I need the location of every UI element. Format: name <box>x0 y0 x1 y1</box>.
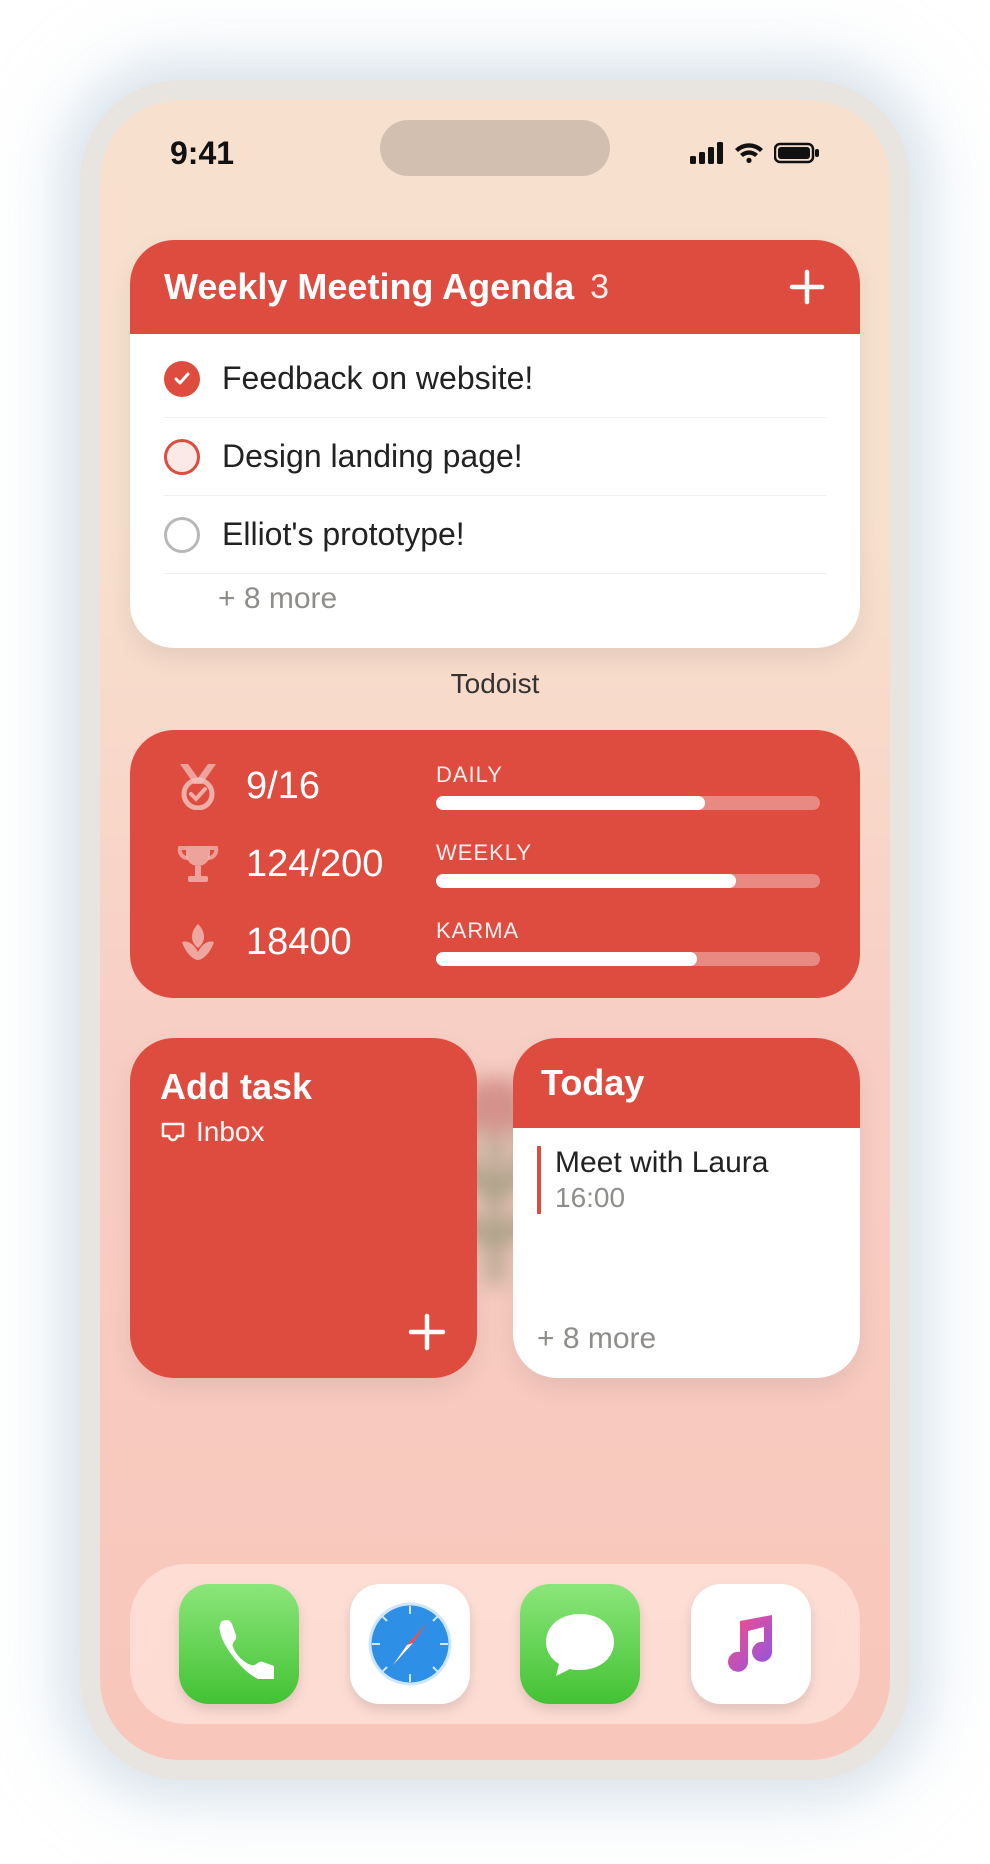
widget-stats[interactable]: 9/16 DAILY 124/200 WEEKLY <box>130 730 860 998</box>
task-checkbox-done[interactable] <box>164 361 200 397</box>
add-task-title: Add task <box>160 1066 447 1108</box>
agenda-count: 3 <box>590 268 609 307</box>
agenda-more[interactable]: + 8 more <box>164 574 826 630</box>
stat-weekly-value: 124/200 <box>246 843 416 886</box>
app-messages[interactable] <box>520 1584 640 1704</box>
add-task-button[interactable] <box>788 268 826 306</box>
agenda-title: Weekly Meeting Agenda <box>164 266 574 308</box>
dock <box>130 1564 860 1724</box>
medal-icon <box>170 762 226 810</box>
today-item[interactable]: Meet with Laura 16:00 <box>537 1146 838 1214</box>
today-item-label: Meet with Laura <box>555 1146 838 1180</box>
karma-icon <box>170 918 226 966</box>
trophy-icon <box>170 840 226 888</box>
task-row[interactable]: Design landing page! <box>164 418 826 496</box>
checkmark-icon <box>172 369 192 389</box>
inbox-icon <box>160 1119 186 1145</box>
task-checkbox-empty[interactable] <box>164 517 200 553</box>
stat-daily-label: DAILY <box>436 762 820 788</box>
widget-caption: Todoist <box>130 668 860 700</box>
task-label: Feedback on website! <box>222 360 533 397</box>
app-phone[interactable] <box>179 1584 299 1704</box>
task-row[interactable]: Elliot's prototype! <box>164 496 826 574</box>
stat-daily-bar: DAILY <box>436 762 820 810</box>
agenda-header: Weekly Meeting Agenda 3 <box>130 240 860 334</box>
task-checkbox-open[interactable] <box>164 439 200 475</box>
stat-karma-value: 18400 <box>246 921 416 964</box>
widget-today[interactable]: Today Meet with Laura 16:00 + 8 more <box>513 1038 860 1378</box>
stat-karma-bar: KARMA <box>436 918 820 966</box>
task-label: Design landing page! <box>222 438 523 475</box>
safari-icon <box>365 1599 455 1689</box>
plus-icon <box>788 268 826 306</box>
wifi-icon <box>734 142 764 164</box>
app-music[interactable] <box>691 1584 811 1704</box>
stat-karma-label: KARMA <box>436 918 820 944</box>
home-screen: 9:41 <box>100 100 890 1760</box>
status-icons <box>690 142 820 164</box>
add-task-sub-label: Inbox <box>196 1116 265 1148</box>
widget-agenda[interactable]: Weekly Meeting Agenda 3 Feedback on webs… <box>130 240 860 648</box>
battery-icon <box>774 142 820 164</box>
today-title: Today <box>513 1038 860 1128</box>
phone-icon <box>204 1609 274 1679</box>
stat-daily-value: 9/16 <box>246 765 416 808</box>
today-more[interactable]: + 8 more <box>537 1322 656 1356</box>
add-task-subtitle: Inbox <box>160 1116 447 1148</box>
task-row[interactable]: Feedback on website! <box>164 340 826 418</box>
phone-frame: 9:41 <box>80 80 910 1780</box>
plus-icon <box>405 1310 449 1354</box>
add-task-plus-button[interactable] <box>405 1310 449 1354</box>
dynamic-island <box>380 120 610 176</box>
stat-weekly-bar: WEEKLY <box>436 840 820 888</box>
messages-icon <box>542 1608 618 1680</box>
stat-weekly-label: WEEKLY <box>436 840 820 866</box>
widget-add-task[interactable]: Add task Inbox <box>130 1038 477 1378</box>
status-time: 9:41 <box>170 135 234 172</box>
app-safari[interactable] <box>350 1584 470 1704</box>
today-item-time: 16:00 <box>555 1182 838 1214</box>
agenda-body: Feedback on website! Design landing page… <box>130 334 860 648</box>
status-bar: 9:41 <box>130 100 860 180</box>
music-icon <box>714 1607 788 1681</box>
task-label: Elliot's prototype! <box>222 516 465 553</box>
cellular-icon <box>690 142 724 164</box>
